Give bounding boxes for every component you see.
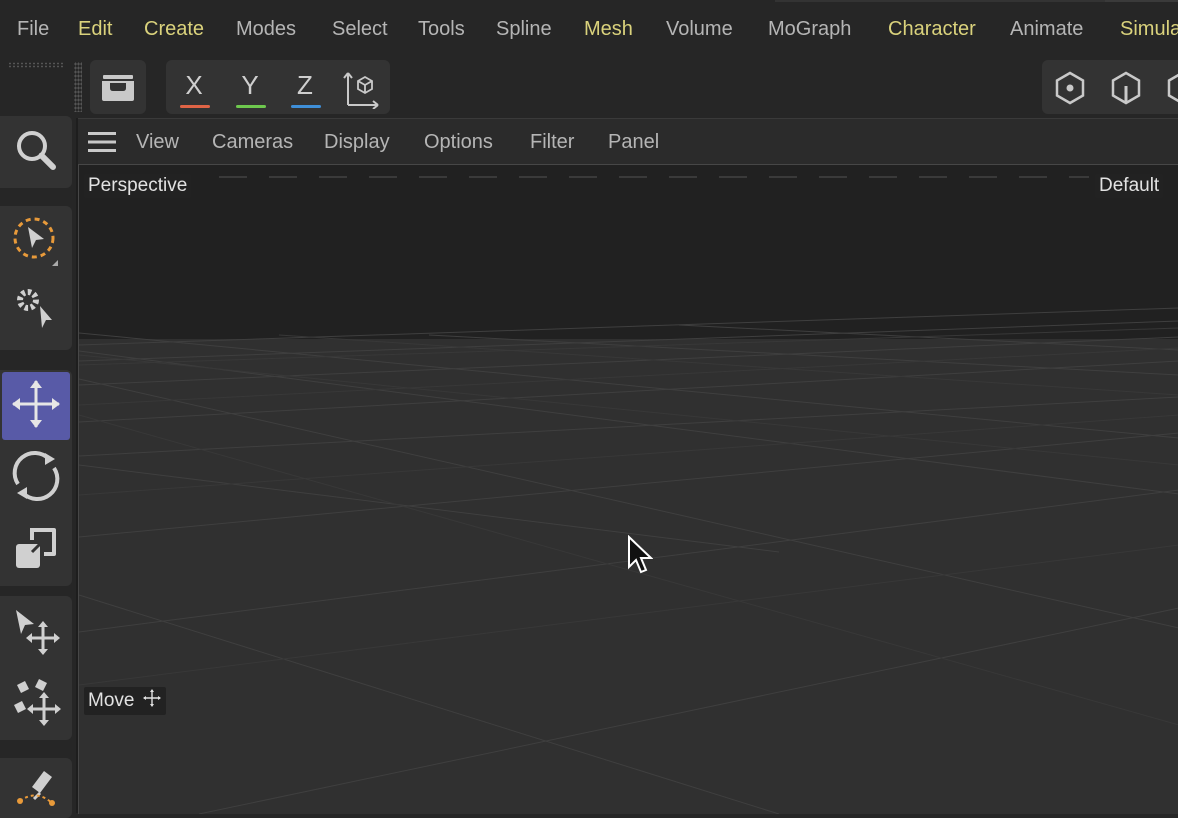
viewport-menu-options[interactable]: Options (424, 131, 493, 154)
viewport-menu-cameras[interactable]: Cameras (212, 131, 293, 154)
make-editable-button[interactable] (90, 60, 146, 114)
mode-toolbar (1042, 60, 1178, 114)
y-axis-button[interactable]: Y (224, 66, 276, 110)
menu-animate[interactable]: Animate (1010, 18, 1083, 41)
menu-tools[interactable]: Tools (418, 18, 465, 41)
move-arrow-icon (10, 604, 62, 661)
y-axis-indicator (236, 105, 266, 108)
world-coordinate-icon (342, 69, 382, 116)
archive-icon (100, 70, 136, 109)
transform-tool-group (0, 370, 72, 586)
menu-spline[interactable]: Spline (496, 18, 552, 41)
scale-icon (10, 522, 62, 579)
x-axis-button[interactable]: X (168, 66, 220, 110)
mouse-cursor-icon (627, 534, 654, 580)
menu-file[interactable]: File (17, 18, 49, 41)
camera-label[interactable]: Perspective (84, 174, 192, 198)
main-menubar: File Edit Create Modes Select Tools Spli… (0, 0, 1178, 62)
selection-tool-group (0, 206, 72, 350)
move-icon (9, 377, 63, 436)
menu-mesh[interactable]: Mesh (584, 18, 633, 41)
menu-mograph[interactable]: MoGraph (768, 18, 851, 41)
scale-tool-button[interactable] (2, 516, 70, 584)
viewport-menu-panel[interactable]: Panel (608, 131, 659, 154)
perspective-viewport[interactable]: Perspective Default Move (78, 164, 1178, 814)
menu-volume[interactable]: Volume (666, 18, 733, 41)
rotate-icon (9, 449, 63, 508)
menu-character[interactable]: Character (888, 18, 976, 41)
toolbar-grip[interactable] (74, 62, 82, 112)
coordinate-system-button[interactable] (336, 66, 388, 110)
menu-select[interactable]: Select (332, 18, 388, 41)
polygons-mode-icon[interactable] (1164, 70, 1178, 111)
pen-tool-button[interactable] (2, 760, 70, 818)
active-tool-label: Move (88, 690, 135, 712)
move-arrow-button[interactable] (2, 598, 70, 666)
toolbar-grip[interactable] (8, 62, 64, 68)
snap-tool-group (0, 596, 72, 740)
cloner-move-button[interactable] (2, 668, 70, 736)
viewport-menu-display[interactable]: Display (324, 131, 390, 154)
z-axis-indicator (291, 105, 321, 108)
edges-mode-icon[interactable] (1108, 70, 1144, 111)
x-axis-indicator (180, 105, 210, 108)
viewport-grid (79, 165, 1178, 814)
z-axis-button[interactable]: Z (279, 66, 331, 110)
rotate-tool-button[interactable] (2, 444, 70, 512)
search-tool-group (0, 116, 72, 188)
cloner-move-icon (9, 673, 63, 732)
menu-create[interactable]: Create (144, 18, 204, 41)
menu-simulate[interactable]: Simula (1120, 18, 1178, 41)
tweak-icon (10, 284, 62, 341)
z-axis-label: Z (297, 70, 313, 100)
tweak-button[interactable] (2, 278, 70, 346)
move-icon (142, 688, 162, 714)
search-icon (12, 126, 60, 179)
search-button[interactable] (2, 118, 70, 186)
viewport-menu-view[interactable]: View (136, 131, 179, 154)
x-axis-label: X (185, 70, 203, 100)
y-axis-label: Y (241, 70, 259, 100)
viewport-menubar: View Cameras Display Options Filter Pane… (78, 118, 1178, 165)
spline-tool-group (0, 758, 72, 818)
menu-modes[interactable]: Modes (236, 18, 296, 41)
points-mode-icon[interactable] (1052, 70, 1088, 111)
menubar-edge (1105, 0, 1178, 2)
hamburger-menu-icon[interactable] (88, 131, 116, 158)
pen-icon (10, 761, 62, 818)
menu-edit[interactable]: Edit (78, 18, 112, 41)
display-mode-label[interactable]: Default (1095, 174, 1164, 198)
move-tool-button[interactable] (2, 372, 70, 440)
live-selection-icon (9, 213, 63, 272)
active-tool-hud: Move (84, 687, 166, 715)
viewport-menu-filter[interactable]: Filter (530, 131, 574, 154)
live-selection-button[interactable] (2, 208, 70, 276)
axis-toolbar: X Y Z (166, 60, 390, 114)
